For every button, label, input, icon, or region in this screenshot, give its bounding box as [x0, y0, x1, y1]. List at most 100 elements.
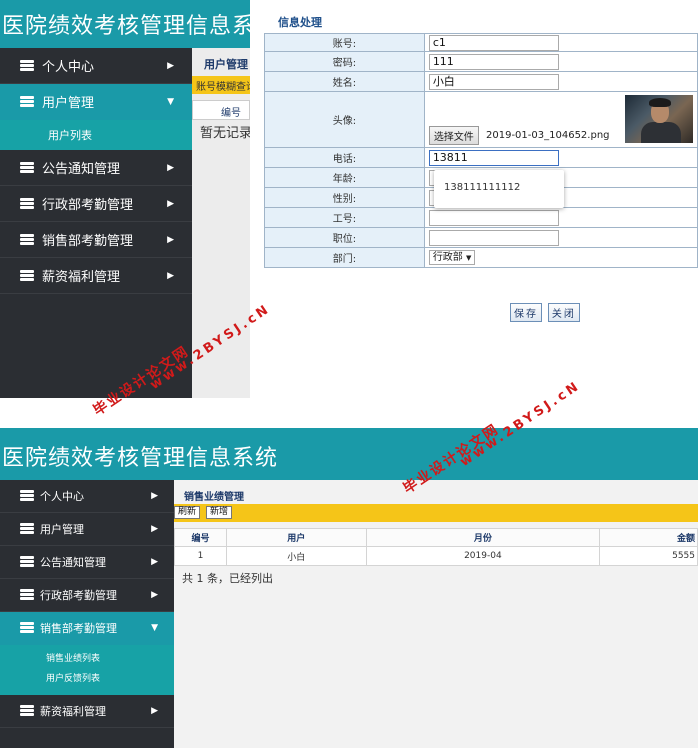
file-name: 2019-01-03_104652.png [486, 130, 610, 141]
password-label: 密码: [264, 51, 425, 72]
chevron-right-icon: ▶ [151, 524, 158, 534]
chevron-right-icon: ▶ [151, 590, 158, 600]
avatar-image [625, 95, 693, 143]
department-label: 部门: [264, 247, 425, 268]
menu-icon [20, 556, 34, 568]
search-bar: 账号模糊查询 [192, 76, 250, 94]
info-form: 账号: c1 密码: 111 姓名: 小白 头像: 选择文件 2019-01-0… [264, 33, 698, 268]
sidebar-item-notice-management[interactable]: 公告通知管理 ▶ [0, 546, 174, 579]
sidebar-item-label: 行政部考勤管理 [40, 589, 117, 602]
sales-performance-screenshot: 医院绩效考核管理信息系统 个人中心 ▶ 用户管理 ▶ 公告通知管理 ▶ 行政部考… [0, 428, 698, 748]
chevron-down-icon: ▼ [151, 623, 158, 633]
choose-file-button[interactable]: 选择文件 [428, 126, 479, 145]
chevron-right-icon: ▶ [167, 162, 174, 173]
sidebar-subitem-user-feedback[interactable]: 用户反馈列表 [0, 667, 174, 687]
name-field[interactable]: 小白 [428, 73, 559, 90]
menu-icon [20, 233, 34, 246]
sidebar-item-label: 用户管理 [40, 523, 84, 536]
sidebar-item-salary-benefits[interactable]: 薪资福利管理 ▶ [0, 258, 192, 294]
refresh-button[interactable]: 刷新 [174, 506, 201, 519]
cell-amount: 5555 [599, 546, 698, 566]
sidebar-subitem-sales-performance[interactable]: 销售业绩列表 [0, 647, 174, 667]
menu-icon [20, 622, 34, 634]
sidebar-item-label: 薪资福利管理 [40, 705, 106, 718]
menu-icon [20, 523, 34, 535]
job-no-field[interactable] [428, 209, 559, 226]
cell-id: 1 [174, 546, 227, 566]
sales-table: 编号 用户 月份 金额 1 小白 2019-04 5555 [174, 528, 698, 566]
sidebar-item-notice-management[interactable]: 公告通知管理 ▶ [0, 150, 192, 186]
chevron-down-icon: ▼ [167, 96, 174, 107]
close-button[interactable]: 关闭 [547, 303, 580, 322]
sidebar-item-label: 个人中心 [40, 490, 84, 503]
phone-field[interactable]: 13811 [428, 149, 559, 166]
chevron-right-icon: ▶ [167, 270, 174, 281]
chevron-right-icon: ▶ [167, 234, 174, 245]
toolbar: 刷新 新增 [174, 504, 698, 522]
job-no-label: 工号: [264, 207, 425, 228]
sidebar-item-user-management[interactable]: 用户管理 ▼ [0, 84, 192, 120]
menu-icon [20, 161, 34, 174]
user-edit-screenshot: 医院绩效考核管理信息系统 个人中心 ▶ 用户管理 ▼ 用户列表 公告通知管理 ▶… [0, 0, 698, 398]
add-button[interactable]: 新增 [206, 506, 233, 519]
avatar-label: 头像: [264, 91, 425, 148]
position-field[interactable] [428, 229, 559, 246]
search-label: 账号模糊查询 [196, 82, 250, 93]
page-title: 用户管理 [204, 58, 248, 71]
chevron-down-icon: ▼ [466, 254, 472, 262]
page-title: 销售业绩管理 [184, 492, 244, 503]
sidebar-item-admin-attendance[interactable]: 行政部考勤管理 ▶ [0, 186, 192, 222]
menu-icon [20, 705, 34, 717]
department-select[interactable]: 行政部 ▼ [428, 250, 476, 265]
phone-autocomplete: 138111111112 [434, 170, 564, 208]
cell-user: 小白 [225, 546, 367, 566]
dialog-title: 信息处理 [278, 16, 322, 29]
account-label: 账号: [264, 33, 425, 52]
chevron-right-icon: ▶ [167, 60, 174, 71]
sidebar-item-admin-attendance[interactable]: 行政部考勤管理 ▶ [0, 579, 174, 612]
column-header-id: 编号 [221, 108, 241, 119]
cell-month: 2019-04 [365, 546, 601, 566]
column-header-month: 月份 [365, 528, 601, 547]
account-field[interactable]: c1 [428, 34, 559, 51]
save-button[interactable]: 保存 [510, 303, 542, 322]
sidebar-subitem-user-list[interactable]: 用户列表 [0, 120, 192, 150]
name-label: 姓名: [264, 71, 425, 92]
app-title: 医院绩效考核管理信息系统 [2, 14, 279, 39]
sidebar: 个人中心 ▶ 用户管理 ▶ 公告通知管理 ▶ 行政部考勤管理 ▶ 销售部考勤管理… [0, 480, 174, 748]
position-label: 职位: [264, 227, 425, 248]
table-row[interactable]: 1 小白 2019-04 5555 [174, 546, 698, 566]
column-header-id: 编号 [174, 528, 227, 547]
menu-icon [20, 490, 34, 502]
column-header-user: 用户 [225, 528, 367, 547]
sidebar-item-label: 公告通知管理 [40, 556, 106, 569]
chevron-right-icon: ▶ [151, 706, 158, 716]
menu-icon [20, 95, 34, 108]
department-value: 行政部 [432, 252, 463, 263]
sidebar-item-sales-attendance[interactable]: 销售部考勤管理 ▼ [0, 612, 174, 645]
submenu: 用户列表 [0, 120, 192, 150]
sidebar-item-sales-attendance[interactable]: 销售部考勤管理 ▶ [0, 222, 192, 258]
sidebar-item-label: 销售部考勤管理 [40, 622, 117, 635]
sidebar-item-label: 薪资福利管理 [42, 270, 121, 285]
sidebar: 个人中心 ▶ 用户管理 ▼ 用户列表 公告通知管理 ▶ 行政部考勤管理 ▶ 销售… [0, 48, 192, 398]
sidebar-item-label: 用户管理 [42, 96, 95, 111]
sidebar-item-label: 销售部考勤管理 [42, 234, 134, 249]
sidebar-item-label: 行政部考勤管理 [42, 198, 134, 213]
password-field[interactable]: 111 [428, 53, 559, 70]
sales-performance-panel: 销售业绩管理 刷新 新增 编号 用户 月份 金额 1 小白 2019-04 55… [174, 480, 698, 748]
sidebar-item-personal-center[interactable]: 个人中心 ▶ [0, 48, 192, 84]
sidebar-item-label: 公告通知管理 [42, 162, 121, 177]
chevron-right-icon: ▶ [167, 198, 174, 209]
sidebar-item-salary-benefits[interactable]: 薪资福利管理 ▶ [0, 695, 174, 728]
sidebar-item-user-management[interactable]: 用户管理 ▶ [0, 513, 174, 546]
autocomplete-option[interactable]: 138111111112 [444, 182, 520, 193]
column-header-amount: 金额 [599, 528, 698, 547]
sidebar-item-personal-center[interactable]: 个人中心 ▶ [0, 480, 174, 513]
menu-icon [20, 269, 34, 282]
table-header: 编号 [192, 100, 250, 120]
table-header-row: 编号 用户 月份 金额 [174, 528, 698, 547]
table-summary: 共 1 条，已经列出 [182, 572, 273, 585]
app-header: 医院绩效考核管理信息系统 [0, 0, 277, 48]
age-label: 年龄: [264, 167, 425, 188]
